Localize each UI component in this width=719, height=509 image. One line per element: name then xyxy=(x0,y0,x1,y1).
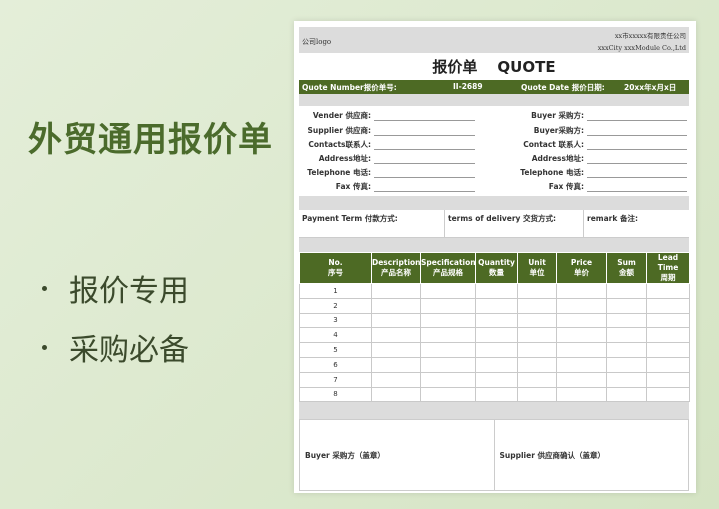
table-header-row: No. 序号 Description 产品名称 Specification 产品规格 … xyxy=(299,252,690,284)
quote-number: II-2689 xyxy=(453,82,483,91)
terms-row: Payment Term 付款方式: terms of delivery 交货方… xyxy=(299,210,689,238)
company-name-en: xxxCity xxxModule Co.,Ltd xyxy=(597,44,686,52)
quote-sheet: 公司logo xx市xxxxx有限责任公司 xxxCity xxxModule … xyxy=(294,21,696,493)
payment-term: Payment Term 付款方式: xyxy=(299,210,445,237)
promo-bullet: 采购必备 xyxy=(42,325,189,369)
signature-row: Buyer 采购方（盖章） Supplier 供应商确认（盖章） xyxy=(299,419,689,492)
table-row: 4 xyxy=(299,327,690,344)
divider-strip xyxy=(299,238,689,252)
telephone-field: Telephone 电话: xyxy=(299,165,475,178)
quote-title-cn: 报价单 xyxy=(432,58,478,76)
col-header: Specification 产品规格 xyxy=(420,252,476,284)
divider-strip xyxy=(299,402,689,420)
table-row: 5 xyxy=(299,342,690,358)
party-info: Vender 供应商: Supplier 供应商: Contacts联系人: A… xyxy=(299,106,689,196)
supplier-field: Supplier 供应商: xyxy=(299,123,475,136)
buyer-telephone-field: Telephone 电话: xyxy=(499,165,687,178)
buyer-field-2: Buyer采购方: xyxy=(499,123,687,136)
bullet-dot-icon xyxy=(42,285,47,291)
table-row: 2 xyxy=(299,297,690,314)
table-row: 1 xyxy=(299,283,690,299)
quote-info-bar: Quote Number报价单号: II-2689 Quote Date 报价日… xyxy=(299,80,689,94)
remark: remark 备注: xyxy=(587,214,638,223)
divider-strip xyxy=(299,94,689,106)
col-header: Price 单价 xyxy=(556,252,607,284)
col-header: Sum 金额 xyxy=(606,252,647,284)
table-row: 6 xyxy=(299,356,690,373)
col-header: Description 产品名称 xyxy=(371,252,421,284)
col-header: No. 序号 xyxy=(299,252,372,284)
quote-number-label: Quote Number报价单号: xyxy=(302,83,397,92)
supplier-signature: Supplier 供应商确认（盖章） xyxy=(499,450,606,460)
promo-bullet-text: 报价专用 xyxy=(69,274,189,309)
quote-title: 报价单 QUOTE xyxy=(299,53,689,80)
divider-strip xyxy=(299,196,689,210)
buyer-field: Buyer 采购方: xyxy=(499,108,687,121)
promo-title: 外贸通用报价单 xyxy=(28,120,273,160)
address-field: Address地址: xyxy=(299,151,475,164)
items-table: No. 序号 Description 产品名称 Specification 产品规格 … xyxy=(299,252,690,403)
quote-title-en: QUOTE xyxy=(497,57,556,76)
contacts-field: Contacts联系人: xyxy=(299,137,475,150)
company-name: xx市xxxxx有限责任公司 xxxCity xxxModule Co.,Ltd xyxy=(598,30,686,54)
quote-date-label: Quote Date 报价日期: xyxy=(521,83,605,92)
vender-field: Vender 供应商: xyxy=(299,108,475,121)
col-header: Unit 单位 xyxy=(517,252,557,284)
delivery-term: terms of delivery 交货方式: xyxy=(445,210,584,237)
table-row: 7 xyxy=(299,371,690,388)
table-row: 8 xyxy=(299,386,690,403)
buyer-fax-field: Fax 传真: xyxy=(499,179,687,192)
contact-field: Contact 联系人: xyxy=(499,137,687,150)
company-name-cn: xx市xxxxx有限责任公司 xyxy=(614,32,686,40)
company-logo: 公司logo xyxy=(302,38,332,46)
bullet-dot-icon xyxy=(42,344,47,350)
buyer-signature: Buyer 采购方（盖章） xyxy=(300,420,495,491)
col-header: Quantity 数量 xyxy=(475,252,518,284)
col-header: Lead Time 周期 xyxy=(646,252,690,284)
promo-bullet-text: 采购必备 xyxy=(69,333,189,368)
table-row: 3 xyxy=(299,312,690,329)
promo-bullet: 报价专用 xyxy=(42,266,189,310)
buyer-address-field: Address地址: xyxy=(499,151,687,164)
sheet-header: 公司logo xx市xxxxx有限责任公司 xxxCity xxxModule … xyxy=(299,27,689,53)
fax-field: Fax 传真: xyxy=(299,179,475,192)
quote-date: 20xx年x月x日 xyxy=(624,83,677,92)
